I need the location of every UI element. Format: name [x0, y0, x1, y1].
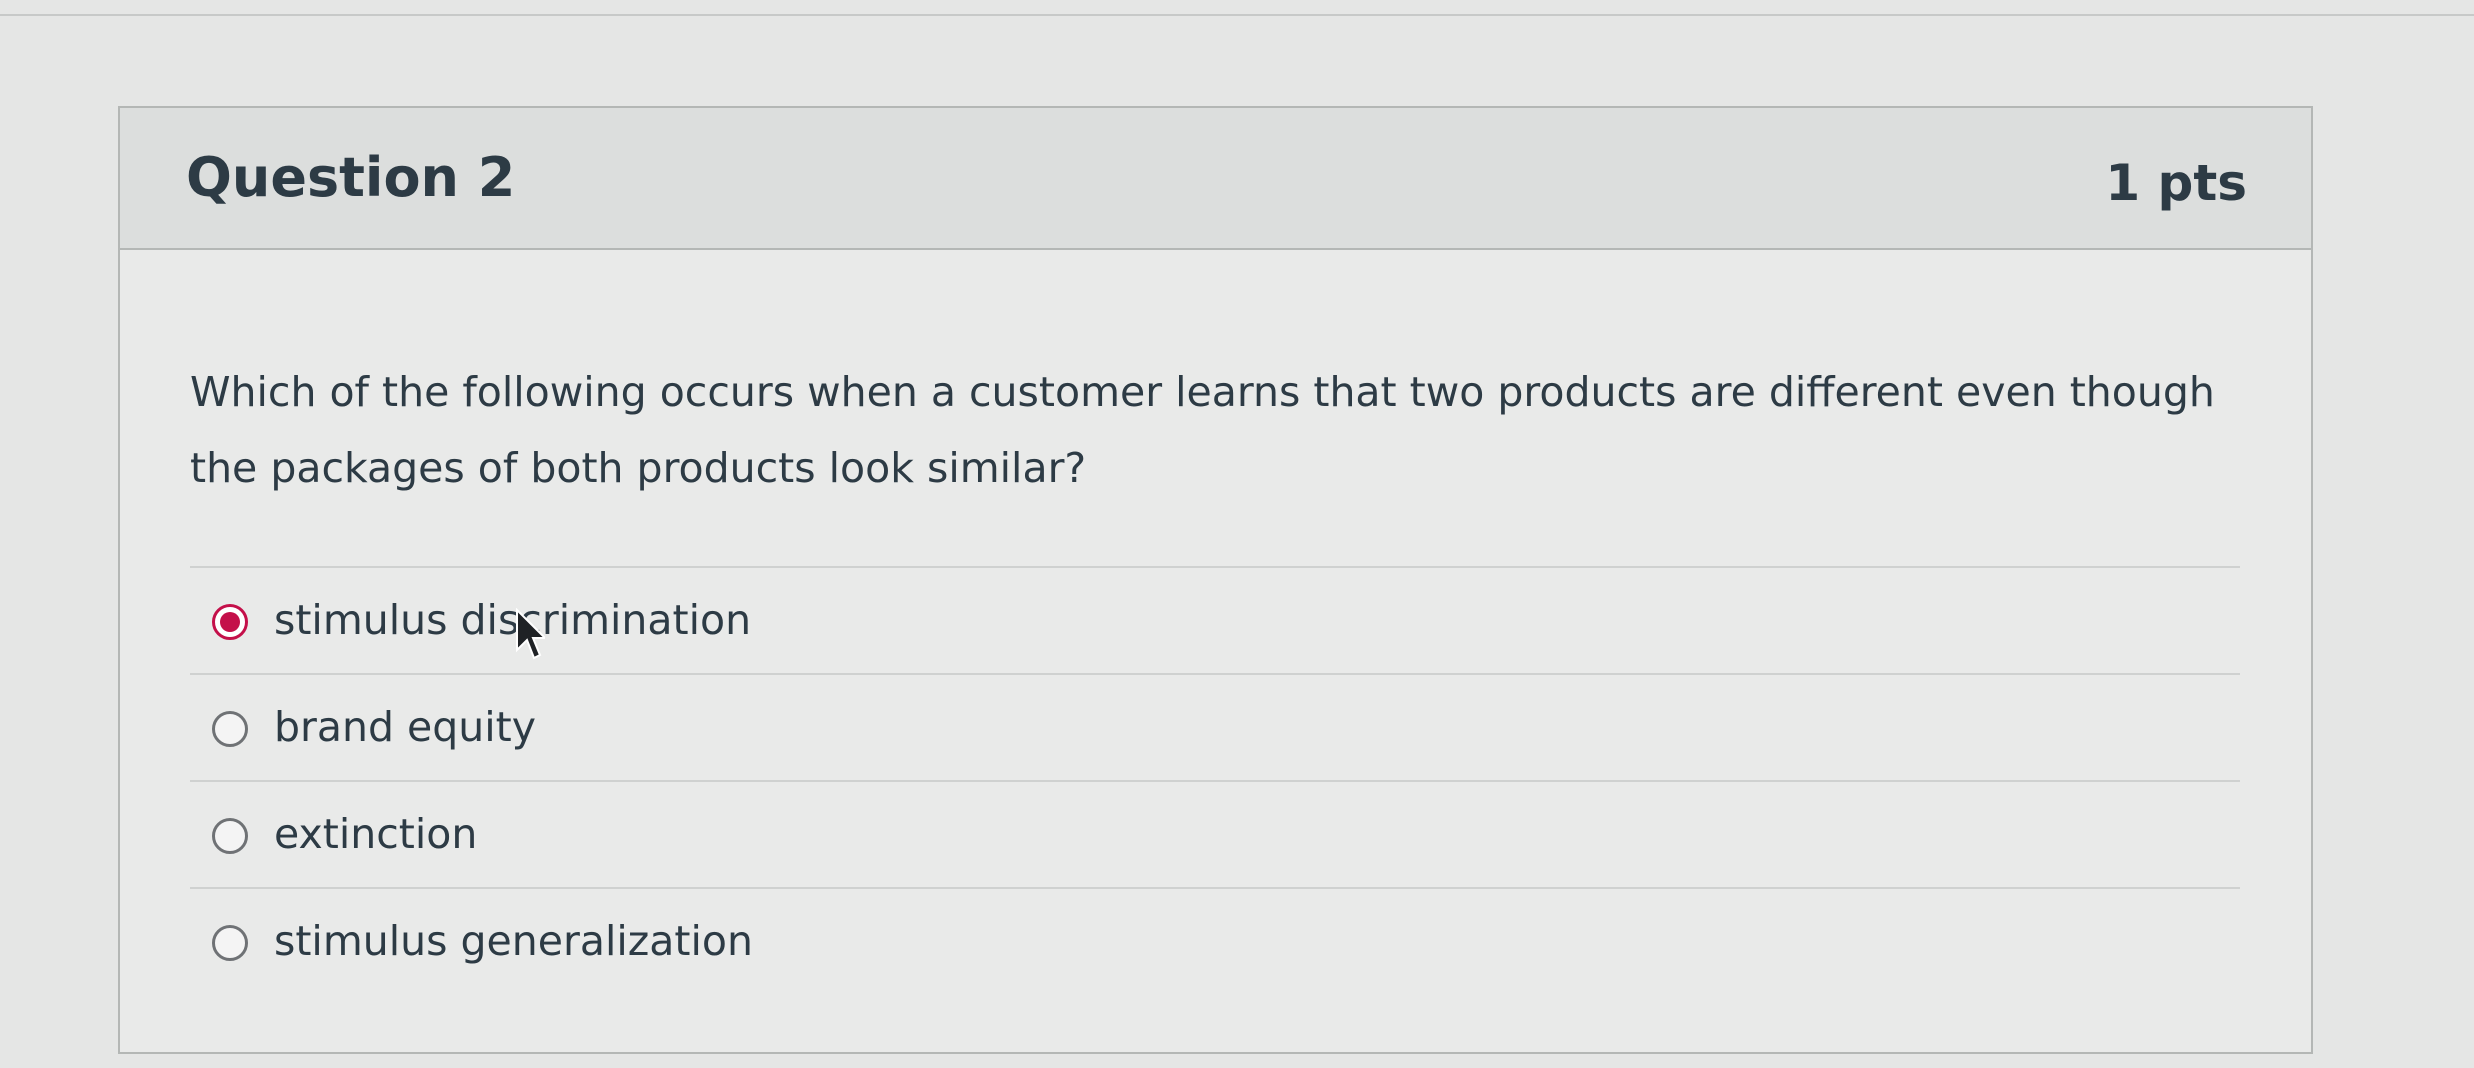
- answer-option-stimulus-generalization[interactable]: stimulus generalization: [190, 887, 2240, 994]
- answer-list: stimulus discrimination brand equity ext…: [190, 566, 2240, 994]
- answer-label[interactable]: brand equity: [274, 701, 536, 753]
- top-divider: [0, 14, 2474, 16]
- question-text: Which of the following occurs when a cus…: [190, 368, 2215, 492]
- question-title: Question 2: [186, 146, 516, 209]
- answer-label[interactable]: extinction: [274, 808, 477, 860]
- answer-option-brand-equity[interactable]: brand equity: [190, 673, 2240, 780]
- radio-unselected-icon[interactable]: [212, 925, 248, 961]
- answer-option-stimulus-discrimination[interactable]: stimulus discrimination: [190, 566, 2240, 673]
- radio-unselected-icon[interactable]: [212, 711, 248, 747]
- answer-option-extinction[interactable]: extinction: [190, 780, 2240, 887]
- answer-label[interactable]: stimulus generalization: [274, 915, 753, 967]
- question-header: Question 2 1 pts: [120, 108, 2311, 250]
- question-card: Question 2 1 pts Which of the following …: [118, 106, 2313, 1054]
- answer-label[interactable]: stimulus discrimination: [274, 594, 751, 646]
- radio-selected-icon[interactable]: [212, 604, 248, 640]
- question-points: 1 pts: [2105, 154, 2247, 212]
- radio-unselected-icon[interactable]: [212, 818, 248, 854]
